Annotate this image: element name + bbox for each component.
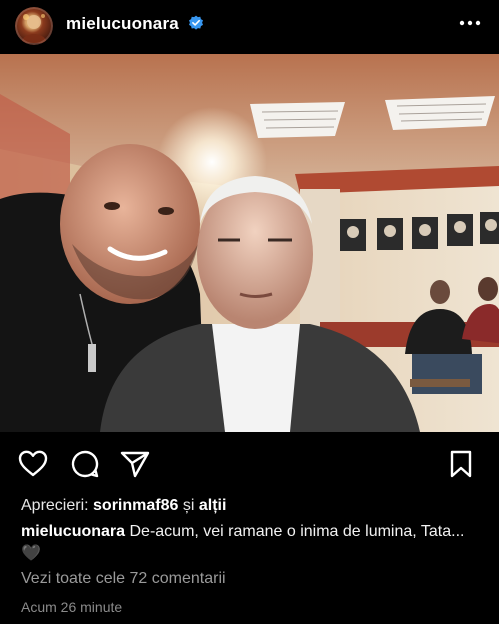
more-options-icon[interactable] <box>456 13 484 33</box>
avatar-ring <box>15 7 53 45</box>
heart-icon[interactable] <box>17 448 49 480</box>
likes-conj: și <box>182 497 195 514</box>
send-icon[interactable] <box>119 448 151 480</box>
likes-prefix: Aprecieri: <box>21 497 89 514</box>
post-caption: mielucuonara De-acum, vei ramane o inima… <box>21 521 481 565</box>
likes-others[interactable]: alții <box>199 497 227 514</box>
caption-username[interactable]: mielucuonara <box>21 523 125 540</box>
post-header: mielucuonara <box>0 0 499 52</box>
bookmark-icon[interactable] <box>445 448 477 480</box>
verified-badge-icon <box>189 15 203 30</box>
view-all-comments-link[interactable]: Vezi toate cele 72 comentarii <box>21 570 226 588</box>
likes-line: Aprecieri: sorinmaf86 și alții <box>21 497 226 515</box>
comment-icon[interactable] <box>69 448 101 480</box>
profile-avatar[interactable] <box>15 7 53 45</box>
likes-user[interactable]: sorinmaf86 <box>93 497 178 514</box>
post-photo-illustration <box>0 54 499 432</box>
post-timestamp: Acum 26 minute <box>21 599 123 615</box>
action-bar <box>0 434 499 494</box>
post-username[interactable]: mielucuonara <box>66 14 179 34</box>
post-photo[interactable] <box>0 54 499 432</box>
